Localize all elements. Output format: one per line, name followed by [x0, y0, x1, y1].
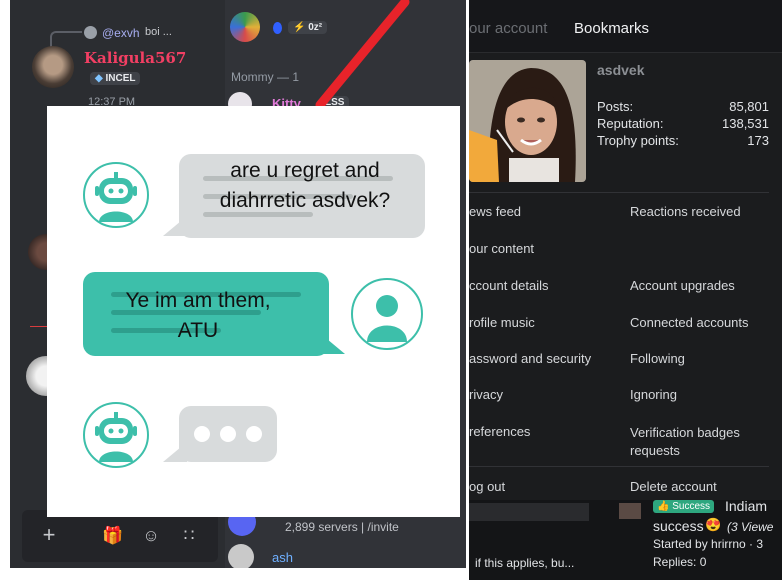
thread-viewers: (3 Viewe: [727, 520, 774, 534]
tab-your-account[interactable]: our account: [469, 20, 547, 37]
thread-title[interactable]: Indiam: [725, 498, 767, 514]
reply-author[interactable]: @exvh: [102, 26, 140, 40]
apps-icon[interactable]: ∷: [178, 526, 200, 546]
member-section-header: Mommy — 1: [231, 70, 300, 84]
tab-bookmarks[interactable]: Bookmarks: [574, 20, 649, 37]
typing-dot: [246, 426, 262, 442]
menu-reactions-received[interactable]: Reactions received: [630, 204, 741, 219]
menu-delete-account[interactable]: Delete account: [630, 479, 717, 494]
typing-dot: [194, 426, 210, 442]
profile-username[interactable]: asdvek: [597, 62, 644, 78]
thread-prefix-label: Success: [672, 501, 711, 512]
reply-connector: [50, 31, 82, 47]
member-name-ash[interactable]: ash: [272, 550, 293, 565]
post-snippet: if this applies, bu...: [475, 556, 575, 570]
profile-photo: [469, 60, 586, 182]
thumbs-up-icon: 👍: [657, 501, 670, 512]
gift-icon[interactable]: 🎁: [102, 526, 124, 546]
thread-author-avatar[interactable]: [619, 503, 641, 519]
bubble-tail-left: [163, 442, 187, 462]
thread-input-strip: [469, 503, 589, 521]
chat-illustration-card: are u regret and diahrretic asdvek? Ye i…: [47, 106, 460, 517]
robot-avatar-icon: [83, 162, 149, 228]
server-count-status: 2,899 servers | /invite: [285, 520, 399, 534]
menu-password-security[interactable]: assword and security: [469, 351, 591, 366]
menu-account-details[interactable]: ccount details: [469, 278, 549, 293]
gem-icon: ◆: [95, 73, 103, 84]
member-avatar-ash[interactable]: [228, 544, 254, 568]
menu-verification-badges[interactable]: Verification badges requests: [630, 424, 760, 460]
incoming-message-text: are u regret and diahrretic asdvek?: [219, 159, 391, 212]
thread-replies: Replies: 0: [653, 555, 707, 569]
emoji-icon[interactable]: ☺: [140, 526, 162, 546]
plus-icon[interactable]: +: [38, 522, 60, 548]
divider-bottom: [469, 466, 769, 467]
typing-dot: [220, 426, 236, 442]
stat-trophy-value[interactable]: 173: [669, 133, 769, 148]
bubble-tail-left: [163, 216, 187, 236]
stat-posts-value[interactable]: 85,801: [669, 99, 769, 114]
menu-ignoring[interactable]: Ignoring: [630, 387, 677, 402]
user-control-bar: + 🎁 ☺ ∷: [22, 510, 218, 562]
pane-separator: [466, 0, 469, 580]
reply-avatar: [84, 26, 97, 39]
stat-reputation-label: Reputation:: [597, 116, 664, 131]
profile-avatar[interactable]: [469, 60, 586, 182]
forum-account-dropdown: our account Bookmarks asdvek Posts: 85,8…: [469, 0, 782, 580]
robot-avatar-icon: [83, 402, 149, 468]
stat-posts-label: Posts:: [597, 99, 634, 114]
role-badge-label: INCEL: [105, 73, 136, 84]
menu-profile-music[interactable]: rofile music: [469, 315, 535, 330]
bubble-tail-right: [321, 334, 345, 354]
role-badge: ◆ INCEL: [90, 72, 141, 85]
stat-trophy-label: Trophy points:: [597, 133, 679, 148]
thread-title-continued[interactable]: success: [653, 518, 704, 534]
menu-privacy[interactable]: rivacy: [469, 387, 503, 402]
red-marker-stroke: [315, 0, 410, 110]
menu-log-out[interactable]: og out: [469, 479, 505, 494]
menu-connected-accounts[interactable]: Connected accounts: [630, 315, 749, 330]
menu-following[interactable]: Following: [630, 351, 685, 366]
status-dot: [273, 22, 282, 34]
reply-snippet: boi ...: [145, 26, 172, 38]
member-avatar-top[interactable]: [230, 12, 260, 42]
thread-emoji: 😍: [705, 517, 722, 532]
menu-account-upgrades[interactable]: Account upgrades: [630, 278, 735, 293]
menu-news-feed[interactable]: ews feed: [469, 204, 521, 219]
user-avatar[interactable]: [32, 46, 74, 88]
stat-reputation-value[interactable]: 138,531: [669, 116, 769, 131]
menu-preferences[interactable]: references: [469, 424, 530, 439]
username[interactable]: Kaligula567: [84, 49, 186, 67]
thread-started-by: Started by hrirrno · 3: [653, 537, 764, 551]
divider-top: [469, 192, 769, 193]
user-avatar-icon: [351, 278, 423, 350]
menu-your-content[interactable]: our content: [469, 241, 534, 256]
outgoing-message-text: Ye im am them, ATU: [125, 289, 271, 342]
thread-prefix-badge[interactable]: 👍 Success: [653, 500, 715, 513]
